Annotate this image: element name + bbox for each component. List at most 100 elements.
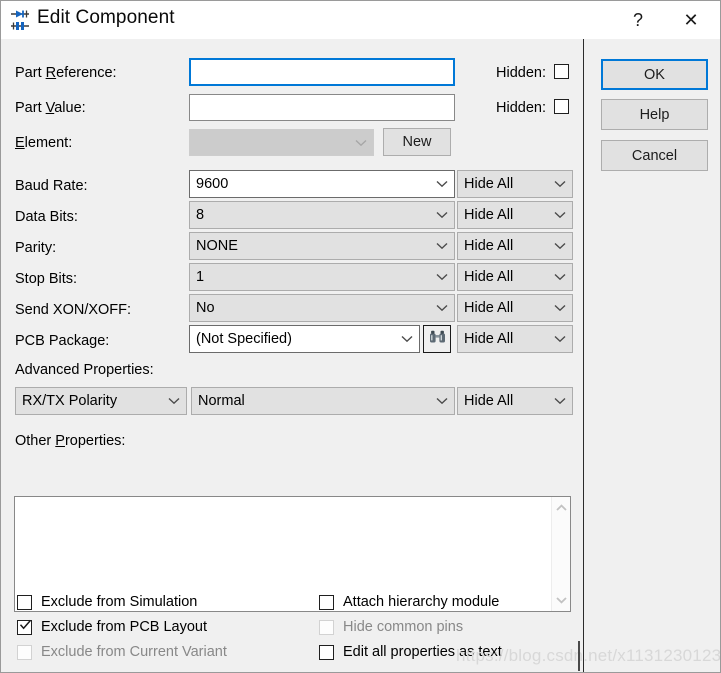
chevron-down-icon (162, 397, 186, 405)
advanced-property-dropdown[interactable]: RX/TX Polarity (15, 387, 187, 415)
checkbox-box (554, 99, 569, 114)
checkbox-box (17, 644, 32, 660)
baud-rate-value: 9600 (196, 176, 229, 192)
parity-visibility-value: Hide All (464, 238, 514, 254)
checkmark-icon (19, 618, 32, 631)
edit-all-properties-as-text-label: Edit all properties as text (343, 644, 502, 660)
title-bar: Edit Component ? ✕ (1, 1, 720, 39)
data-bits-visibility-value: Hide All (464, 207, 514, 223)
chevron-down-icon (548, 397, 572, 405)
dialog-body: Part Reference: Hidden: Part Value: Hidd… (2, 39, 720, 672)
panel-divider (583, 39, 584, 672)
chevron-down-icon (430, 180, 454, 188)
element-label: Element: (15, 135, 73, 151)
element-dropdown[interactable] (189, 129, 374, 156)
pcb-package-label: PCB Package: (15, 333, 110, 349)
send-xon-xoff-visibility-value: Hide All (464, 300, 514, 316)
question-mark-icon: ? (632, 10, 643, 30)
advanced-properties-label: Advanced Properties: (15, 362, 154, 378)
cancel-button[interactable]: Cancel (601, 140, 708, 171)
send-xon-xoff-dropdown[interactable]: No (189, 294, 455, 322)
exclude-from-current-variant-label: Exclude from Current Variant (41, 644, 227, 660)
exclude-from-simulation-label: Exclude from Simulation (41, 594, 198, 610)
stop-bits-dropdown[interactable]: 1 (189, 263, 455, 291)
baud-rate-visibility-dropdown[interactable]: Hide All (457, 170, 573, 198)
edit-all-properties-as-text-checkbox[interactable]: Edit all properties as text (319, 644, 502, 660)
attach-hierarchy-module-label: Attach hierarchy module (343, 594, 500, 610)
part-value-label: Part Value: (15, 100, 86, 116)
chevron-down-icon (430, 242, 454, 250)
attach-hierarchy-module-checkbox[interactable]: Attach hierarchy module (319, 594, 499, 610)
chevron-down-icon (548, 211, 572, 219)
chevron-down-icon (430, 304, 454, 312)
send-xon-xoff-label: Send XON/XOFF: (15, 302, 132, 318)
send-xon-xoff-value: No (196, 300, 215, 316)
part-reference-label: Part Reference: (15, 65, 117, 81)
baud-rate-visibility-value: Hide All (464, 176, 514, 192)
close-button[interactable]: ✕ (668, 1, 714, 39)
help-titlebar-button[interactable]: ? (615, 1, 661, 39)
checkbox-box (319, 619, 334, 635)
data-bits-value: 8 (196, 207, 205, 223)
data-bits-label: Data Bits: (15, 209, 78, 225)
part-value-input[interactable] (189, 94, 455, 121)
chevron-down-icon (430, 273, 454, 281)
exclude-from-current-variant-checkbox: Exclude from Current Variant (17, 644, 227, 660)
chevron-down-icon (430, 211, 454, 219)
help-button[interactable]: Help (601, 99, 708, 130)
baud-rate-dropdown[interactable]: 9600 (189, 170, 455, 198)
part-value-hidden-checkbox[interactable] (554, 99, 578, 114)
checkbox-box (554, 64, 569, 79)
baud-rate-label: Baud Rate: (15, 178, 88, 194)
pcb-package-browse-button[interactable] (423, 325, 451, 353)
exclude-from-pcb-layout-label: Exclude from PCB Layout (41, 619, 208, 635)
advanced-property-value: RX/TX Polarity (22, 393, 118, 409)
parity-visibility-dropdown[interactable]: Hide All (457, 232, 573, 260)
part-reference-hidden-checkbox[interactable] (554, 64, 578, 79)
new-element-button[interactable]: New (383, 128, 451, 156)
chevron-down-icon (395, 335, 419, 343)
parity-label: Parity: (15, 240, 57, 256)
advanced-visibility-dropdown[interactable]: Hide All (457, 387, 573, 415)
data-bits-visibility-dropdown[interactable]: Hide All (457, 201, 573, 229)
ok-button[interactable]: OK (601, 59, 708, 90)
edit-component-dialog: Edit Component ? ✕ Part Reference: Hidde… (0, 0, 721, 673)
exclude-from-simulation-checkbox[interactable]: Exclude from Simulation (17, 594, 197, 610)
chevron-down-icon (548, 242, 572, 250)
part-reference-hidden-label: Hidden: (496, 65, 546, 81)
data-bits-dropdown[interactable]: 8 (189, 201, 455, 229)
chevron-down-icon (548, 180, 572, 188)
advanced-visibility-value: Hide All (464, 393, 514, 409)
chevron-down-icon (349, 139, 373, 147)
close-icon: ✕ (683, 10, 699, 30)
advanced-value-dropdown[interactable]: Normal (191, 387, 455, 415)
chevron-down-icon (430, 397, 454, 405)
send-xon-xoff-visibility-dropdown[interactable]: Hide All (457, 294, 573, 322)
pcb-package-visibility-dropdown[interactable]: Hide All (457, 325, 573, 353)
stop-bits-value: 1 (196, 269, 205, 285)
pcb-package-dropdown[interactable]: (Not Specified) (189, 325, 420, 353)
pcb-package-value: (Not Specified) (196, 331, 292, 347)
other-properties-label: Other Properties: (15, 433, 126, 449)
other-properties-scrollbar[interactable] (551, 497, 570, 611)
parity-dropdown[interactable]: NONE (189, 232, 455, 260)
checkbox-box (319, 644, 334, 660)
part-reference-input[interactable] (189, 58, 455, 86)
exclude-from-pcb-layout-checkbox[interactable]: Exclude from PCB Layout (17, 619, 207, 635)
parity-value: NONE (196, 238, 238, 254)
stop-bits-visibility-dropdown[interactable]: Hide All (457, 263, 573, 291)
chevron-down-icon (548, 335, 572, 343)
binoculars-icon (429, 330, 446, 348)
stop-bits-label: Stop Bits: (15, 271, 78, 287)
advanced-value-text: Normal (198, 393, 245, 409)
scroll-up-icon[interactable] (552, 499, 571, 517)
checkbox-box (17, 594, 32, 610)
scroll-down-icon[interactable] (552, 591, 571, 609)
chevron-down-icon (548, 273, 572, 281)
chevron-down-icon (548, 304, 572, 312)
window-title: Edit Component (37, 7, 175, 28)
hide-common-pins-label: Hide common pins (343, 619, 464, 635)
hide-common-pins-checkbox: Hide common pins (319, 619, 463, 635)
checkbox-box (319, 594, 334, 610)
watermark-caret (578, 641, 580, 671)
